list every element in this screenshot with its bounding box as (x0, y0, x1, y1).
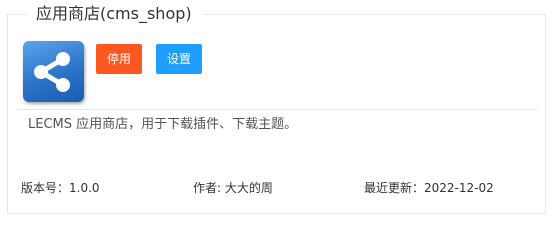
plugin-description: LECMS 应用商店，用于下载插件、下载主题。 (28, 117, 298, 132)
disable-button[interactable]: 停用 (96, 44, 142, 74)
updated-info: 最近更新：2022-12-02 (364, 181, 494, 195)
author-info: 作者: 大大的周 (193, 181, 273, 195)
settings-button[interactable]: 设置 (156, 44, 202, 74)
plugin-title: 应用商店(cms_shop) (26, 3, 202, 25)
share-icon (23, 41, 84, 102)
version-info: 版本号：1.0.0 (21, 181, 100, 195)
divider (19, 109, 537, 110)
